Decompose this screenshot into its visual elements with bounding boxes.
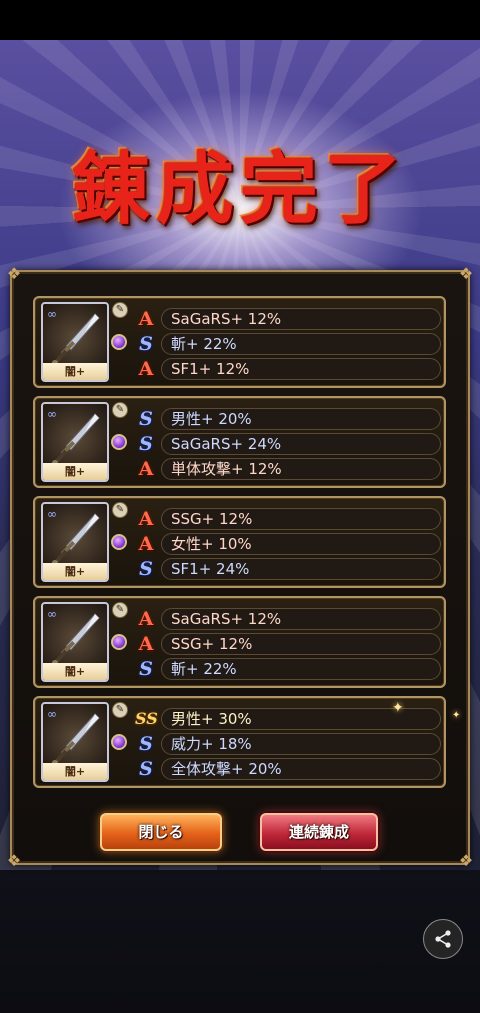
corner-ornament-icon: ❖ [6, 851, 22, 870]
stat-text: SSG+ 12% [161, 508, 441, 530]
background-bottom [0, 870, 480, 1013]
sword-icon [52, 513, 100, 566]
stat-text: SF1+ 12% [161, 358, 441, 380]
sparkle-icon: ✦ [392, 700, 404, 716]
lock-icon[interactable]: ✎ [112, 602, 128, 618]
result-card: ∞ 闇+ ✎ A SSG+ 12% A 女性+ 10% S SF1+ 24% [33, 496, 446, 588]
result-card: ∞ 闇+ ✎ SS 男性+ 30% S 威力+ 18% S 全体攻撃+ 20% [33, 696, 446, 788]
stat-row: A 単体攻撃+ 12% [135, 458, 443, 480]
stat-text: 単体攻撃+ 12% [161, 458, 441, 480]
gem-icon [111, 334, 127, 350]
sword-icon [52, 313, 100, 366]
lock-icon[interactable]: ✎ [112, 702, 128, 718]
rank-s-icon: S [139, 333, 153, 355]
rank-tag: 闇+ [43, 463, 107, 480]
rank-s-icon: S [139, 658, 153, 680]
stat-row: A SSG+ 12% [135, 633, 443, 655]
weapon-thumbnail[interactable]: ∞ 闇+ [41, 702, 109, 782]
stat-row: S 全体攻撃+ 20% [135, 758, 443, 780]
weapon-thumbnail[interactable]: ∞ 闇+ [41, 502, 109, 582]
result-card: ∞ 闇+ ✎ A SaGaRS+ 12% S 斬+ 22% A SF1+ 12% [33, 296, 446, 388]
gem-icon [111, 734, 127, 750]
stat-text: SaGaRS+ 24% [161, 433, 441, 455]
rank-tag: 闇+ [43, 663, 107, 680]
rank-a-icon: A [138, 458, 154, 480]
share-icon [435, 930, 451, 948]
stat-row: S 斬+ 22% [135, 658, 443, 680]
page-title: 錬成完了 [71, 144, 408, 235]
stat-text: 男性+ 20% [161, 408, 441, 430]
stat-text: 斬+ 22% [161, 333, 441, 355]
rank-a-icon: A [138, 608, 154, 630]
lock-icon[interactable]: ✎ [112, 502, 128, 518]
stat-text: SSG+ 12% [161, 633, 441, 655]
stat-text: SF1+ 24% [161, 558, 441, 580]
stat-row: A SSG+ 12% [135, 508, 443, 530]
rank-tag: 闇+ [43, 563, 107, 580]
stat-row: S 斬+ 22% [135, 333, 443, 355]
stat-row: A SF1+ 12% [135, 358, 443, 380]
rank-s-icon: S [139, 433, 153, 455]
repeat-refine-button[interactable]: 連続錬成 [260, 813, 378, 851]
stat-row: S SF1+ 24% [135, 558, 443, 580]
result-card: ∞ 闇+ ✎ S 男性+ 20% S SaGaRS+ 24% A 単体攻撃+ 1… [33, 396, 446, 488]
rank-a-icon: A [138, 308, 154, 330]
gem-icon [111, 534, 127, 550]
weapon-thumbnail[interactable]: ∞ 闇+ [41, 302, 109, 382]
corner-ornament-icon: ❖ [458, 264, 474, 283]
weapon-thumbnail[interactable]: ∞ 闇+ [41, 602, 109, 682]
stat-row: S 男性+ 20% [135, 408, 443, 430]
corner-ornament-icon: ❖ [458, 851, 474, 870]
close-button[interactable]: 閉じる [100, 813, 222, 851]
corner-ornament-icon: ❖ [6, 264, 22, 283]
rank-ss-icon: SS [135, 709, 158, 728]
rank-tag: 闇+ [43, 363, 107, 380]
weapon-thumbnail[interactable]: ∞ 闇+ [41, 402, 109, 482]
rank-s-icon: S [139, 558, 153, 580]
rank-s-icon: S [139, 758, 153, 780]
rank-a-icon: A [138, 533, 154, 555]
sword-icon [52, 613, 100, 666]
status-bar [0, 0, 480, 40]
rank-a-icon: A [138, 358, 154, 380]
stat-text: SaGaRS+ 12% [161, 608, 441, 630]
rank-s-icon: S [139, 733, 153, 755]
sword-icon [52, 713, 100, 766]
stat-text: SaGaRS+ 12% [161, 308, 441, 330]
result-card: ∞ 闇+ ✎ A SaGaRS+ 12% A SSG+ 12% S 斬+ 22% [33, 596, 446, 688]
stat-row: A SaGaRS+ 12% [135, 608, 443, 630]
stat-row: A SaGaRS+ 12% [135, 308, 443, 330]
gem-icon [111, 434, 127, 450]
stat-row: A 女性+ 10% [135, 533, 443, 555]
sparkle-icon: ✦ [452, 710, 461, 721]
rank-s-icon: S [139, 408, 153, 430]
stat-text: 全体攻撃+ 20% [161, 758, 441, 780]
rank-tag: 闇+ [43, 763, 107, 780]
rank-a-icon: A [138, 633, 154, 655]
stat-text: 斬+ 22% [161, 658, 441, 680]
rank-a-icon: A [138, 508, 154, 530]
gem-icon [111, 634, 127, 650]
lock-icon[interactable]: ✎ [112, 302, 128, 318]
lock-icon[interactable]: ✎ [112, 402, 128, 418]
share-button[interactable] [423, 919, 463, 959]
stat-row: S SaGaRS+ 24% [135, 433, 443, 455]
stat-row: S 威力+ 18% [135, 733, 443, 755]
stat-text: 威力+ 18% [161, 733, 441, 755]
sword-icon [52, 413, 100, 466]
stat-text: 女性+ 10% [161, 533, 441, 555]
